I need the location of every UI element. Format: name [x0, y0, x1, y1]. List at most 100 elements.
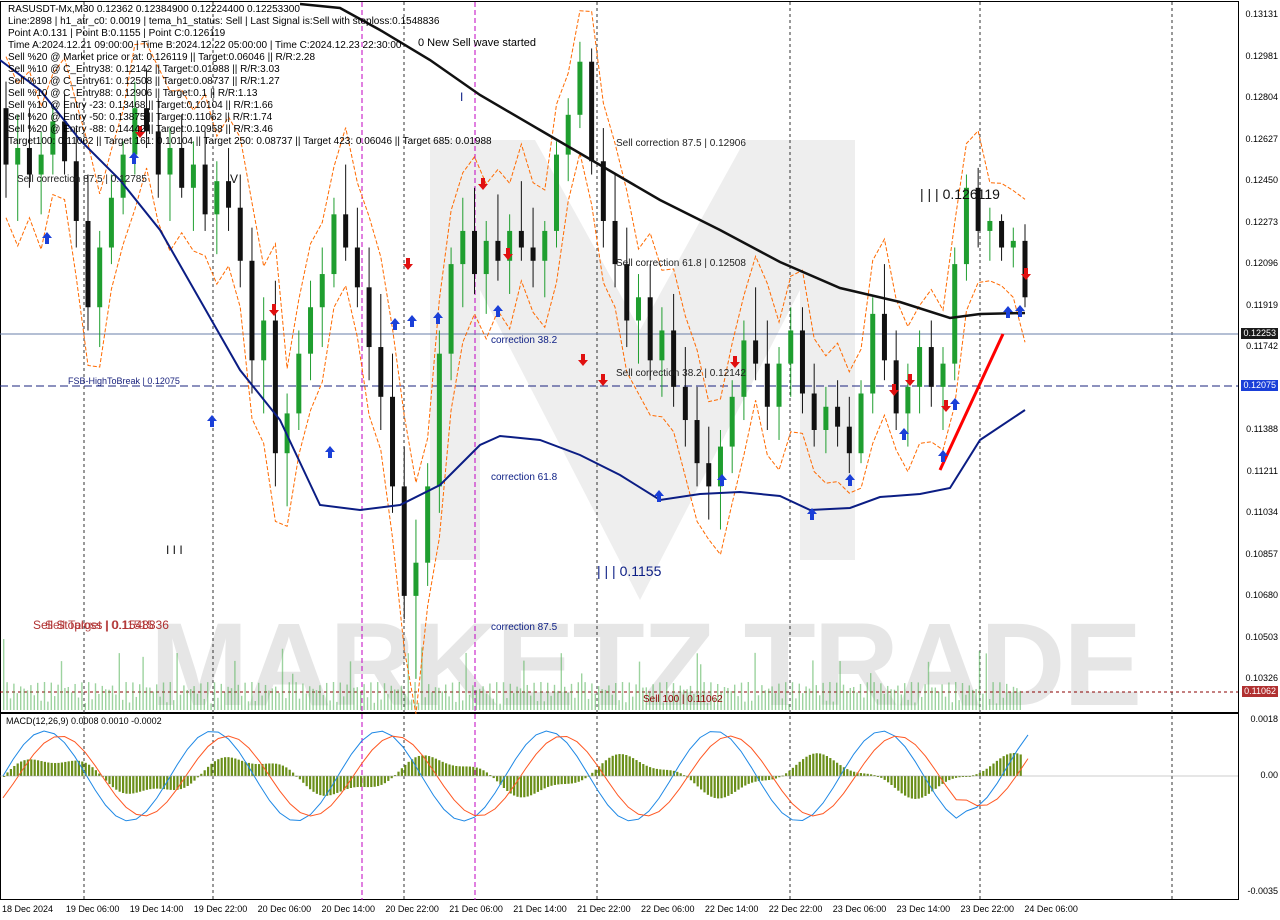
volume-bar	[101, 685, 103, 710]
macd-histogram-bar	[281, 765, 284, 776]
volume-bar	[74, 683, 76, 710]
volume-bar	[825, 700, 828, 710]
volume-bar	[846, 691, 848, 710]
macd-histogram-bar	[186, 776, 189, 786]
candle-body	[38, 154, 44, 175]
header-line: Sell %10 @ C_Entry38: 0.12142 || Target:…	[8, 64, 280, 75]
volume-bar	[122, 699, 124, 710]
macd-histogram-bar	[989, 766, 992, 776]
macd-histogram-bar	[132, 776, 135, 794]
volume-bar	[33, 695, 35, 710]
volume-bar	[465, 652, 467, 710]
volume-bar	[747, 682, 749, 710]
macd-histogram-bar	[145, 776, 148, 790]
volume-bar	[190, 689, 192, 710]
volume-bar	[200, 683, 202, 710]
candle-body	[272, 320, 278, 454]
volume-bar	[808, 688, 811, 710]
macd-histogram-bar	[788, 770, 791, 776]
buy-arrow-icon	[325, 446, 335, 458]
macd-histogram-bar	[472, 766, 475, 776]
time-axis-label: 18 Dec 2024	[2, 904, 54, 914]
volume-bar	[353, 687, 355, 710]
candle-body	[706, 463, 712, 487]
macd-histogram-bar	[880, 776, 883, 778]
volume-bar	[9, 698, 12, 710]
macd-histogram-bar	[523, 776, 526, 798]
volume-bar	[577, 682, 579, 710]
volume-bar	[162, 682, 165, 710]
volume-bar	[309, 686, 311, 710]
macd-histogram-bar	[492, 776, 495, 779]
macd-histogram-bar	[696, 776, 699, 787]
volume-bar	[866, 682, 868, 710]
macd-histogram-bar	[557, 776, 560, 785]
volume-bar	[213, 682, 216, 710]
macd-histogram-bar	[907, 776, 910, 798]
macd-histogram-bar	[404, 764, 407, 776]
macd-histogram-bar	[526, 776, 529, 797]
volume-bar	[764, 690, 766, 710]
volume-bar	[81, 682, 83, 710]
volume-bar	[618, 700, 620, 710]
volume-bar	[744, 701, 746, 710]
candle-body	[190, 164, 196, 188]
macd-histogram-bar	[234, 758, 237, 776]
macd-histogram-bar	[754, 776, 757, 782]
macd-histogram-bar	[213, 761, 216, 776]
macd-histogram-bar	[618, 754, 621, 776]
macd-histogram-bar	[227, 757, 230, 776]
volume-bar	[910, 682, 913, 710]
volume-bar	[424, 697, 426, 710]
macd-histogram-bar	[339, 776, 342, 792]
volume-bar	[183, 685, 185, 710]
volume-bar	[166, 702, 168, 710]
macd-histogram-bar	[700, 776, 703, 790]
wave-i-label: I	[460, 90, 464, 104]
candle-body	[483, 240, 489, 275]
volume-bar	[992, 682, 994, 710]
volume-bar	[43, 682, 46, 710]
volume-bar	[47, 701, 49, 710]
header-line: Sell %20 @ Entry -50: 0.13875 || Target:…	[8, 112, 273, 123]
volume-bar	[829, 682, 831, 710]
volume-bar	[3, 639, 5, 710]
volume-bar	[482, 686, 484, 710]
candle-body	[518, 230, 524, 248]
candle-body	[308, 307, 314, 354]
macd-histogram-bar	[315, 776, 318, 794]
candle-body	[378, 347, 384, 397]
volume-bar	[145, 687, 148, 710]
volume-bar	[757, 695, 760, 710]
macd-histogram-bar	[400, 768, 403, 776]
volume-bar	[227, 686, 229, 710]
candle-body	[729, 396, 735, 447]
candle-body	[390, 396, 396, 487]
volume-bar	[1019, 690, 1021, 710]
time-axis-label: 21 Dec 22:00	[577, 904, 631, 914]
volume-bar	[785, 682, 787, 710]
price-axis-label: 0.11742	[1246, 341, 1278, 351]
macd-histogram-bar	[135, 776, 138, 793]
volume-bar	[989, 698, 991, 710]
volume-bar	[941, 684, 943, 710]
macd-histogram-bar	[305, 776, 308, 787]
macd-histogram-bar	[332, 776, 335, 795]
macd-histogram-bar	[846, 769, 849, 776]
volume-bar	[57, 684, 59, 710]
macd-histogram-bar	[309, 776, 312, 790]
macd-histogram-bar	[591, 772, 594, 776]
volume-bar	[159, 696, 161, 710]
macd-histogram-bar	[713, 776, 716, 798]
macd-histogram-bar	[519, 776, 522, 798]
candle-body	[659, 330, 665, 361]
macd-histogram-bar	[577, 776, 580, 782]
macd-histogram-bar	[825, 756, 828, 776]
macd-histogram-bar	[706, 776, 709, 795]
macd-histogram-bar	[47, 762, 50, 776]
macd-histogram-bar	[744, 776, 747, 786]
volume-bar	[94, 683, 97, 710]
volume-bar	[584, 682, 586, 710]
candle-body	[237, 207, 243, 261]
macd-histogram-bar	[914, 776, 917, 799]
